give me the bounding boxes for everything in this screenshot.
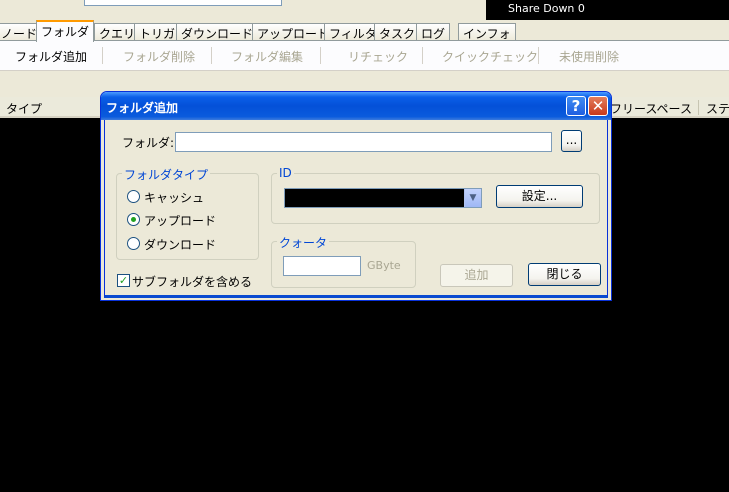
browse-button[interactable]: ... — [561, 130, 582, 152]
column-divider[interactable] — [698, 100, 699, 115]
add-folder-button[interactable]: フォルダ追加 — [15, 48, 87, 65]
radio-cache-label[interactable]: キャッシュ — [144, 189, 204, 206]
tab-task-label: タスク — [379, 27, 416, 41]
folder-path-input[interactable] — [175, 132, 552, 152]
tab-filter-label: フィルタ — [329, 27, 377, 41]
top-strip: Share Down 0 — [0, 0, 729, 20]
search-input-partial[interactable] — [84, 0, 282, 6]
add-button-label: 追加 — [464, 268, 489, 282]
tab-folder[interactable]: フォルダ — [36, 20, 95, 42]
include-subfolders-label[interactable]: サブフォルダを含める — [132, 273, 252, 290]
delete-unused-button[interactable]: 未使用削除 — [559, 48, 619, 65]
include-subfolders-checkbox[interactable]: ✓ — [117, 274, 130, 287]
quota-group: クォータ GByte — [271, 234, 416, 288]
chevron-down-icon[interactable]: ▼ — [464, 189, 481, 207]
toolbar-divider — [422, 47, 423, 64]
folder-type-title: フォルダタイプ — [122, 166, 211, 183]
close-icon: ✕ — [591, 97, 605, 115]
delete-folder-button[interactable]: フォルダ削除 — [123, 48, 195, 65]
dialog-title: フォルダ追加 — [106, 101, 179, 115]
help-button[interactable]: ? — [566, 96, 586, 116]
close-button-label: 閉じる — [546, 267, 583, 281]
quota-unit: GByte — [367, 259, 401, 272]
tab-trigger[interactable]: トリガ — [134, 23, 181, 41]
tab-strip: ノード フォルダ クエリ トリガ ダウンロード アップロード フィルタ タスク … — [0, 20, 729, 42]
quota-title: クォータ — [277, 234, 330, 251]
help-icon: ? — [571, 97, 581, 115]
toolbar-divider — [538, 47, 539, 64]
tab-upload[interactable]: アップロード — [252, 23, 335, 41]
radio-upload-label[interactable]: アップロード — [144, 212, 216, 229]
browse-label: ... — [565, 133, 578, 147]
radio-upload[interactable] — [127, 213, 140, 226]
folder-toolbar: フォルダ追加 フォルダ削除 フォルダ編集 リチェック クイックチェック 未使用削… — [0, 40, 729, 70]
tab-info[interactable]: インフォ — [458, 23, 516, 41]
radio-download-label[interactable]: ダウンロード — [144, 236, 216, 253]
tab-log-label: ログ — [421, 27, 446, 41]
id-group: ID ▼ 設定... — [271, 166, 600, 224]
folder-label: フォルダ: — [122, 136, 175, 150]
tab-query-label: クエリ — [99, 27, 136, 41]
toolbar-divider — [320, 47, 321, 64]
tab-node-label: ノード — [1, 27, 38, 41]
radio-download[interactable] — [127, 237, 140, 250]
recheck-button[interactable]: リチェック — [348, 48, 408, 65]
id-dropdown[interactable]: ▼ — [284, 188, 482, 208]
tab-folder-label: フォルダ — [41, 25, 90, 39]
tab-info-label: インフォ — [463, 27, 511, 41]
column-status[interactable]: ステ — [706, 100, 729, 117]
dialog-titlebar[interactable]: フォルダ追加 ? ✕ — [101, 92, 611, 120]
tab-log[interactable]: ログ — [416, 23, 451, 41]
dialog-body: フォルダ: ... フォルダタイプ キャッシュ アップロード ダウンロード ✓ … — [104, 120, 608, 298]
add-folder-dialog: フォルダ追加 ? ✕ フォルダ: ... フォルダタイプ キャッシュ アップロー… — [100, 91, 612, 301]
settings-button[interactable]: 設定... — [496, 185, 583, 208]
folder-type-group: フォルダタイプ キャッシュ アップロード ダウンロード — [116, 166, 259, 260]
tab-task[interactable]: タスク — [374, 23, 421, 41]
radio-cache[interactable] — [127, 190, 140, 203]
share-down-status: Share Down 0 — [486, 0, 729, 20]
id-group-title: ID — [277, 166, 294, 180]
column-type[interactable]: タイプ — [6, 100, 42, 117]
share-down-text: Share Down 0 — [508, 2, 585, 15]
edit-folder-button[interactable]: フォルダ編集 — [231, 48, 303, 65]
add-button[interactable]: 追加 — [440, 264, 513, 287]
tab-download[interactable]: ダウンロード — [176, 23, 259, 41]
quick-check-button[interactable]: クイックチェック — [442, 48, 538, 65]
close-button[interactable]: 閉じる — [528, 263, 601, 286]
tab-download-label: ダウンロード — [181, 27, 254, 41]
toolbar-divider — [211, 47, 212, 64]
quota-input[interactable] — [283, 256, 361, 276]
tab-upload-label: アップロード — [257, 27, 330, 41]
close-dialog-button[interactable]: ✕ — [588, 96, 608, 116]
column-free-space[interactable]: フリースペース — [610, 100, 692, 117]
check-icon: ✓ — [118, 274, 129, 287]
tab-trigger-label: トリガ — [139, 27, 176, 41]
settings-button-label: 設定... — [521, 189, 558, 203]
toolbar-divider — [102, 47, 103, 64]
